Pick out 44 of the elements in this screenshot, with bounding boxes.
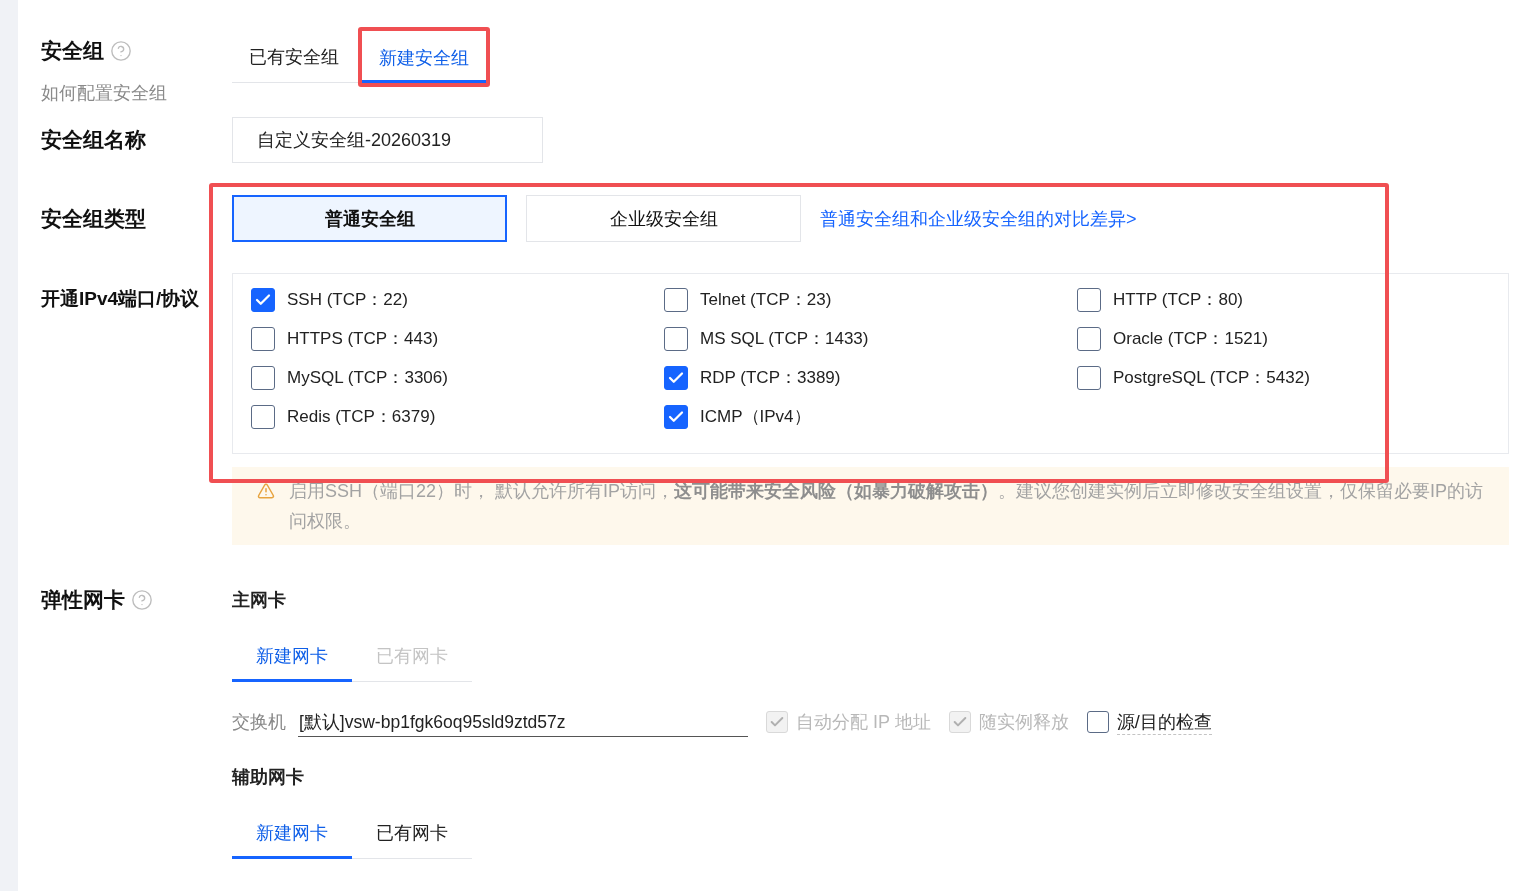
field-label: 安全组类型 — [41, 206, 146, 232]
name-input[interactable]: 自定义安全组-20260319 — [232, 117, 543, 163]
checkbox-label[interactable]: 源/目的检查 — [1116, 709, 1212, 735]
field-label: 安全组名称 — [41, 127, 146, 153]
checkbox[interactable] — [664, 288, 688, 312]
checkbox-label[interactable]: MS SQL (TCP：1433) — [700, 327, 869, 351]
field-label: 开通IPv4端口/协议 — [41, 287, 200, 311]
field-label: 弹性网卡 — [41, 587, 125, 613]
checkbox[interactable] — [664, 405, 688, 429]
section-title: 主网卡 — [232, 589, 286, 612]
switch-label: 交换机 — [232, 711, 286, 734]
checkbox[interactable] — [664, 366, 688, 390]
warning-icon — [257, 482, 275, 500]
checkbox-label[interactable]: Redis (TCP：6379) — [287, 405, 436, 429]
checkbox-label[interactable]: HTTP (TCP：80) — [1113, 288, 1244, 312]
checkbox[interactable] — [251, 327, 275, 351]
tab[interactable]: 新建安全组 — [362, 31, 486, 83]
type-option[interactable]: 企业级安全组 — [526, 195, 801, 242]
checkbox-label[interactable]: Oracle (TCP：1521) — [1113, 327, 1268, 351]
type-option[interactable]: 普通安全组 — [232, 195, 507, 242]
checkbox-label[interactable]: Telnet (TCP：23) — [700, 288, 832, 312]
checkbox-label[interactable]: SSH (TCP：22) — [287, 288, 408, 312]
field-label: 安全组 — [41, 38, 104, 64]
help-link[interactable]: 如何配置安全组 — [41, 81, 167, 105]
checkbox-label[interactable]: RDP (TCP：3389) — [700, 366, 841, 390]
checkbox[interactable] — [664, 327, 688, 351]
checkbox-label[interactable]: HTTPS (TCP：443) — [287, 327, 439, 351]
tab[interactable]: 新建网卡 — [232, 809, 352, 859]
checkbox-label[interactable]: PostgreSQL (TCP：5432) — [1113, 366, 1310, 390]
checkbox-label[interactable]: ICMP（IPv4） — [700, 405, 811, 429]
checkbox[interactable] — [251, 366, 275, 390]
checkbox[interactable] — [1077, 288, 1101, 312]
section-title: 辅助网卡 — [232, 766, 304, 789]
compare-link[interactable]: 普通安全组和企业级安全组的对比差异> — [820, 206, 1137, 231]
tab[interactable]: 新建网卡 — [232, 632, 352, 682]
checkbox[interactable] — [1077, 327, 1101, 351]
checkbox[interactable] — [251, 288, 275, 312]
switch-select[interactable]: [默认]vsw-bp1fgk6oq95sld9ztd57z — [298, 707, 748, 737]
checkbox-label[interactable]: MySQL (TCP：3306) — [287, 366, 448, 390]
tab[interactable]: 已有安全组 — [232, 30, 356, 82]
tab[interactable]: 已有网卡 — [352, 809, 472, 859]
checkbox[interactable] — [1086, 711, 1109, 733]
checkbox[interactable] — [1077, 366, 1101, 390]
checkbox[interactable] — [251, 405, 275, 429]
